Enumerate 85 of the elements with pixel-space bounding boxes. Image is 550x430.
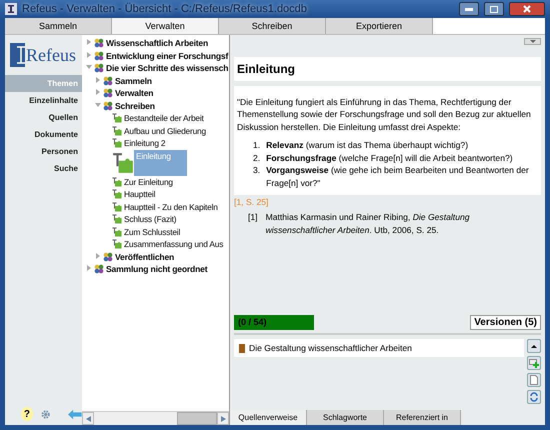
- tree-item[interactable]: Sammlung nicht geordnet: [104, 263, 210, 276]
- window-title: Refeus - Verwalten - Übersicht - C:/Refeus/Refeus1.docdb: [22, 3, 308, 15]
- counter-badge: (0 / 54): [234, 315, 314, 330]
- expand-icon[interactable]: [86, 265, 92, 272]
- logo: Refeus: [26, 44, 76, 66]
- bottom-tab[interactable]: Quellenverweise: [230, 410, 307, 425]
- expand-icon[interactable]: [95, 89, 101, 96]
- settings-icon[interactable]: [40, 408, 50, 420]
- source-title: Die Gestaltung wissenschaftlicher Arbeiten: [249, 343, 412, 353]
- content-heading: Einleitung: [234, 57, 541, 81]
- horizontal-scrollbar[interactable]: [82, 411, 229, 425]
- list-number: 3.: [253, 164, 260, 178]
- text-puzzle-icon: [112, 113, 122, 124]
- text-puzzle-icon: [112, 176, 122, 187]
- nav-item[interactable]: Quellen: [5, 109, 82, 126]
- tree-item[interactable]: Hauptteil: [122, 188, 158, 200]
- list-number: 1.: [253, 139, 260, 152]
- reference-text: Matthias Karmasin und Rainer Ribing, Die Gestaltung wissenschaftlicher Arbeiten. Utb, 2006, S. 25.: [266, 211, 471, 236]
- nav-item[interactable]: Personen: [5, 143, 82, 160]
- close-icon: [523, 5, 531, 13]
- close-button[interactable]: [509, 2, 545, 16]
- list-item: Vorgangsweise (wie gehe ich beim Bearbeiten und Beantworten der Frage[n] vor?": [266, 164, 530, 190]
- caret-up-icon: [531, 344, 537, 348]
- text-puzzle-icon: [112, 126, 122, 136]
- tree-item[interactable]: Zum Schlussteil: [122, 226, 182, 238]
- reference-number: [1]: [248, 211, 258, 224]
- text-puzzle-icon: [112, 214, 122, 224]
- scroll-left-icon[interactable]: [86, 416, 90, 422]
- nav-item[interactable]: Suche: [5, 160, 82, 177]
- versions-button[interactable]: Versionen (5): [470, 315, 541, 330]
- paragraph: "Die Einleitung fungiert als Einführung in das Thema, Rechtfertigung der Themenstellung sowie der Forschungsfrage und soll den Bezug zur aktuellen Diskussion herstellen. Die Einleitung umfasst drei Aspekte:: [237, 96, 532, 134]
- list-number: 2.: [253, 152, 260, 164]
- tree-item[interactable]: Veröffentlichen: [113, 250, 176, 263]
- source-item[interactable]: Die Gestaltung wissenschaftlicher Arbeiten: [234, 339, 524, 357]
- text-puzzle-icon: [112, 239, 122, 250]
- dropdown-button[interactable]: [524, 38, 541, 45]
- text-puzzle-icon: [112, 226, 122, 237]
- tree-item[interactable]: Aufbau und Gliederung: [122, 124, 208, 137]
- book-icon: [239, 344, 245, 352]
- caret-icon: [530, 40, 536, 43]
- tree-item[interactable]: Wissenschaftlich Arbeiten: [104, 37, 210, 50]
- tree-item[interactable]: Einleitung 2: [122, 137, 168, 150]
- help-button[interactable]: ?: [21, 407, 33, 421]
- expand-icon[interactable]: [86, 39, 92, 46]
- refresh-button[interactable]: [527, 390, 541, 404]
- tree-item[interactable]: Sammeln: [113, 74, 154, 87]
- maximize-icon: [490, 6, 498, 12]
- expand-icon[interactable]: [95, 252, 101, 259]
- expand-icon[interactable]: [95, 76, 101, 83]
- expand-icon[interactable]: [86, 52, 92, 58]
- tree-item[interactable]: Schreiben: [113, 100, 157, 112]
- bottom-tab[interactable]: Schlagworte: [307, 410, 384, 425]
- tree-item[interactable]: Zusammenfassung und Aus: [122, 238, 226, 250]
- minimize-icon: [465, 8, 473, 10]
- citation: [1, S. 25]: [234, 197, 270, 208]
- tree-item[interactable]: Entwicklung einer Forschungsf: [104, 50, 229, 62]
- tree-item[interactable]: Hauptteil - Zu den Kapiteln: [122, 200, 220, 213]
- minimize-button[interactable]: [459, 2, 479, 16]
- text-puzzle-icon: [112, 138, 122, 148]
- logo-icon: [10, 43, 26, 67]
- text-puzzle-icon: [112, 152, 134, 174]
- collapse-icon[interactable]: [95, 102, 101, 108]
- main-tab[interactable]: Sammeln: [5, 18, 112, 34]
- tree-item[interactable]: Schluss (Fazit): [122, 213, 178, 226]
- main-tab[interactable]: Verwalten: [112, 18, 219, 34]
- nav-item[interactable]: Einzelinhalte: [5, 92, 82, 109]
- app-icon: [5, 3, 17, 15]
- tree-item[interactable]: Bestandteile der Arbeit: [122, 112, 206, 124]
- back-arrow-icon[interactable]: [68, 408, 82, 420]
- list-item: Relevanz (warum ist das Thema überhaupt wichtig?): [266, 139, 468, 152]
- scroll-right-icon[interactable]: [220, 416, 226, 422]
- scroll-up-button[interactable]: [527, 339, 541, 353]
- maximize-button[interactable]: [484, 2, 504, 16]
- bottom-tab[interactable]: Referenziert in: [384, 410, 461, 425]
- tree-item[interactable]: Die vier Schritte des wissensch: [104, 62, 229, 74]
- text-puzzle-icon: [112, 202, 122, 212]
- collapse-icon[interactable]: [86, 64, 92, 70]
- tree-item[interactable]: Verwalten: [113, 87, 156, 100]
- main-tab[interactable]: Schreiben: [219, 18, 326, 34]
- list-item: Forschungsfrage (welche Frage[n] will die Arbeit beantworten?): [266, 152, 513, 164]
- note-button[interactable]: [527, 373, 541, 387]
- tree-item[interactable]: Zur Einleitung: [122, 176, 175, 188]
- text-puzzle-icon: [112, 189, 122, 200]
- nav-item[interactable]: Dokumente: [5, 126, 82, 143]
- main-tab[interactable]: Exportieren: [326, 18, 433, 34]
